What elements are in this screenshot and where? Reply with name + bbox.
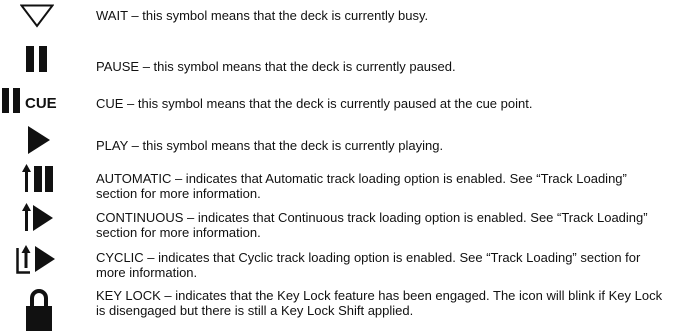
legend-item-description: CUE – this symbol means that the deck is… <box>96 96 533 111</box>
pause-cue-icon: CUE <box>2 86 80 114</box>
wait-icon <box>2 4 80 28</box>
legend-item-description: CYCLIC – indicates that Cyclic track loa… <box>96 250 641 280</box>
continuous-loading-icon <box>2 203 80 235</box>
legend-item-cyclic: CYCLIC – indicates that Cyclic track loa… <box>0 244 677 280</box>
cyclic-loading-icon <box>2 244 80 276</box>
play-icon <box>2 124 80 154</box>
legend-item-continuous: CONTINUOUS – indicates that Continuous t… <box>0 203 677 240</box>
legend-item-pause: PAUSE – this symbol means that the deck … <box>0 44 677 74</box>
legend-item-automatic: AUTOMATIC – indicates that Automatic tra… <box>0 164 677 201</box>
lock-icon <box>2 287 80 333</box>
legend-item-key-lock: KEY LOCK – indicates that the Key Lock f… <box>0 287 677 333</box>
legend-item-description: PLAY – this symbol means that the deck i… <box>96 138 444 153</box>
legend-item-play: PLAY – this symbol means that the deck i… <box>0 124 677 156</box>
legend-item-description: WAIT – this symbol means that the deck i… <box>96 8 429 23</box>
pause-icon <box>2 44 80 72</box>
legend-item-description: AUTOMATIC – indicates that Automatic tra… <box>96 171 627 201</box>
legend-item-description: KEY LOCK – indicates that the Key Lock f… <box>96 288 663 318</box>
legend-item-cue: CUE CUE – this symbol means that the dec… <box>0 86 677 116</box>
automatic-loading-icon <box>2 164 80 196</box>
legend-item-description: PAUSE – this symbol means that the deck … <box>96 59 456 74</box>
legend-item-description: CONTINUOUS – indicates that Continuous t… <box>96 210 648 240</box>
legend-item-wait: WAIT – this symbol means that the deck i… <box>0 0 677 30</box>
cue-icon-label: CUE <box>25 95 57 112</box>
